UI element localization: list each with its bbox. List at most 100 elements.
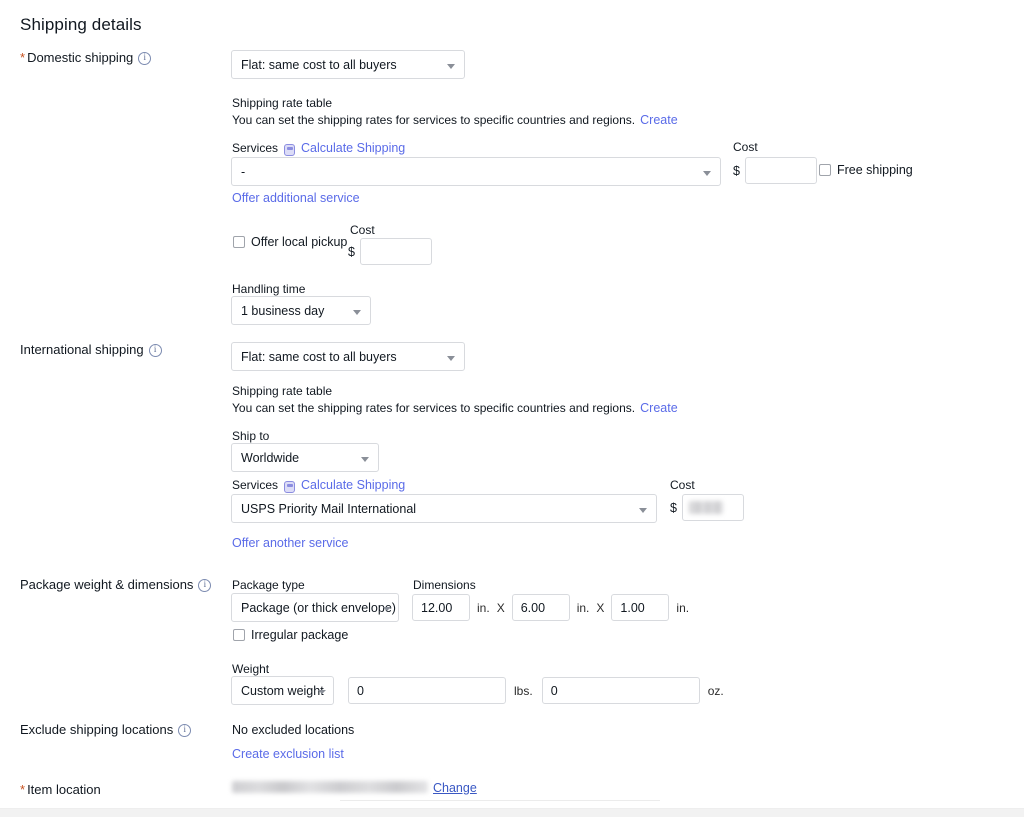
currency-symbol: $ bbox=[670, 501, 677, 515]
package-type-value: Package (or thick envelope) bbox=[241, 601, 396, 615]
package-label-group: Package weight & dimensions bbox=[20, 577, 211, 592]
international-services-label: Services bbox=[232, 478, 278, 492]
ship-to-select[interactable]: Worldwide bbox=[231, 443, 379, 472]
local-pickup-label: Offer local pickup bbox=[251, 235, 347, 249]
info-circle-icon[interactable] bbox=[198, 579, 211, 592]
info-circle-icon[interactable] bbox=[149, 344, 162, 357]
international-calculate-shipping-link[interactable]: Calculate Shipping bbox=[301, 478, 405, 492]
domestic-rate-table-desc-row: You can set the shipping rates for servi… bbox=[232, 113, 678, 127]
international-service-value: USPS Priority Mail International bbox=[241, 502, 416, 516]
domestic-services-label: Services bbox=[232, 141, 278, 155]
chevron-down-icon bbox=[318, 690, 326, 694]
international-services-label-row: Services Calculate Shipping bbox=[232, 478, 405, 492]
international-rate-table-create-link[interactable]: Create bbox=[640, 401, 678, 415]
domestic-rate-table-heading: Shipping rate table bbox=[232, 96, 332, 110]
dimensions-group: 12.00 in. X 6.00 in. X 1.00 in. bbox=[412, 594, 689, 621]
international-rate-table-heading: Shipping rate table bbox=[232, 384, 332, 398]
international-rate-table-description: You can set the shipping rates for servi… bbox=[232, 401, 635, 415]
weight-oz-unit: oz. bbox=[708, 684, 724, 698]
domestic-rate-table-create-link[interactable]: Create bbox=[640, 113, 678, 127]
domestic-services-label-row: Services Calculate Shipping bbox=[232, 141, 405, 155]
international-shipping-label-group: International shipping bbox=[20, 342, 162, 357]
chevron-down-icon bbox=[639, 508, 647, 513]
exclude-locations-label-group: Exclude shipping locations bbox=[20, 722, 191, 737]
calculator-icon bbox=[284, 481, 295, 493]
irregular-package-label: Irregular package bbox=[251, 628, 348, 642]
free-shipping-label: Free shipping bbox=[837, 163, 913, 177]
handling-time-label: Handling time bbox=[232, 282, 305, 296]
dimension-unit-2: in. bbox=[577, 601, 590, 615]
info-circle-icon[interactable] bbox=[178, 724, 191, 737]
required-asterisk: * bbox=[20, 51, 25, 64]
weight-oz-input[interactable]: 0 bbox=[542, 677, 700, 704]
domestic-shipping-label: Domestic shipping bbox=[27, 50, 133, 65]
domestic-cost-input[interactable] bbox=[745, 157, 817, 184]
international-service-select[interactable]: USPS Priority Mail International bbox=[231, 494, 657, 523]
domestic-shipping-type-value: Flat: same cost to all buyers bbox=[241, 58, 397, 72]
dimensions-label: Dimensions bbox=[413, 578, 476, 592]
offer-additional-service-link[interactable]: Offer additional service bbox=[232, 191, 360, 205]
weight-label: Weight bbox=[232, 662, 269, 676]
redacted-item-location-value bbox=[232, 781, 428, 793]
free-shipping-checkbox-row[interactable]: Free shipping bbox=[819, 163, 913, 177]
chevron-down-icon bbox=[447, 356, 455, 361]
item-location-label-group: * Item location bbox=[20, 782, 101, 797]
local-pickup-cost-label: Cost bbox=[350, 223, 375, 237]
local-pickup-checkbox[interactable] bbox=[233, 236, 245, 248]
dimension-width-input[interactable]: 6.00 bbox=[512, 594, 570, 621]
weight-lbs-input[interactable]: 0 bbox=[348, 677, 506, 704]
international-shipping-type-value: Flat: same cost to all buyers bbox=[241, 350, 397, 364]
package-type-label: Package type bbox=[232, 578, 305, 592]
excluded-locations-status: No excluded locations bbox=[232, 723, 354, 737]
footer-strip bbox=[0, 808, 1024, 817]
dimension-separator-2: X bbox=[596, 601, 604, 615]
dimension-height-input[interactable]: 1.00 bbox=[611, 594, 669, 621]
international-shipping-type-select[interactable]: Flat: same cost to all buyers bbox=[231, 342, 465, 371]
weight-mode-select[interactable]: Custom weight bbox=[231, 676, 334, 705]
page-title: Shipping details bbox=[20, 15, 142, 35]
international-shipping-label: International shipping bbox=[20, 342, 144, 357]
offer-another-service-link[interactable]: Offer another service bbox=[232, 536, 349, 550]
domestic-shipping-type-select[interactable]: Flat: same cost to all buyers bbox=[231, 50, 465, 79]
domestic-rate-table-description: You can set the shipping rates for servi… bbox=[232, 113, 635, 127]
local-pickup-checkbox-row[interactable]: Offer local pickup bbox=[233, 235, 347, 249]
local-pickup-cost-group: $ bbox=[348, 238, 432, 265]
domestic-cost-group: $ bbox=[733, 157, 817, 184]
create-exclusion-list-link[interactable]: Create exclusion list bbox=[232, 747, 344, 761]
dimension-length-input[interactable]: 12.00 bbox=[412, 594, 470, 621]
required-asterisk: * bbox=[20, 783, 25, 796]
domestic-service-value: - bbox=[241, 165, 245, 179]
chevron-down-icon bbox=[383, 607, 391, 611]
handling-time-select[interactable]: 1 business day bbox=[231, 296, 371, 325]
domestic-shipping-label-group: * Domestic shipping bbox=[20, 50, 151, 65]
chevron-down-icon bbox=[703, 171, 711, 176]
change-item-location-link[interactable]: Change bbox=[433, 781, 477, 795]
international-cost-input[interactable] bbox=[682, 494, 744, 521]
info-circle-icon[interactable] bbox=[138, 52, 151, 65]
international-cost-group: $ bbox=[670, 494, 744, 521]
redacted-cost-value bbox=[689, 501, 723, 514]
package-weight-dimensions-label: Package weight & dimensions bbox=[20, 577, 193, 592]
domestic-service-select[interactable]: - bbox=[231, 157, 721, 186]
weight-lbs-unit: lbs. bbox=[514, 684, 533, 698]
weight-group: Custom weight 0 lbs. 0 oz. bbox=[231, 676, 724, 705]
handling-time-value: 1 business day bbox=[241, 304, 324, 318]
package-type-select[interactable]: Package (or thick envelope) bbox=[231, 593, 399, 622]
domestic-cost-label: Cost bbox=[733, 140, 758, 154]
weight-mode-value: Custom weight bbox=[241, 684, 324, 698]
item-location-label: Item location bbox=[27, 782, 101, 797]
domestic-calculate-shipping-link[interactable]: Calculate Shipping bbox=[301, 141, 405, 155]
free-shipping-checkbox[interactable] bbox=[819, 164, 831, 176]
irregular-package-checkbox-row[interactable]: Irregular package bbox=[233, 628, 348, 642]
irregular-package-checkbox[interactable] bbox=[233, 629, 245, 641]
chevron-down-icon bbox=[353, 310, 361, 315]
dimension-unit-3: in. bbox=[676, 601, 689, 615]
dimension-separator-1: X bbox=[497, 601, 505, 615]
ship-to-value: Worldwide bbox=[241, 451, 299, 465]
exclude-shipping-locations-label: Exclude shipping locations bbox=[20, 722, 173, 737]
chevron-down-icon bbox=[447, 64, 455, 69]
shipping-details-page: Shipping details * Domestic shipping Fla… bbox=[0, 0, 1024, 817]
dimension-unit-1: in. bbox=[477, 601, 490, 615]
local-pickup-cost-input[interactable] bbox=[360, 238, 432, 265]
bottom-divider bbox=[340, 800, 660, 801]
